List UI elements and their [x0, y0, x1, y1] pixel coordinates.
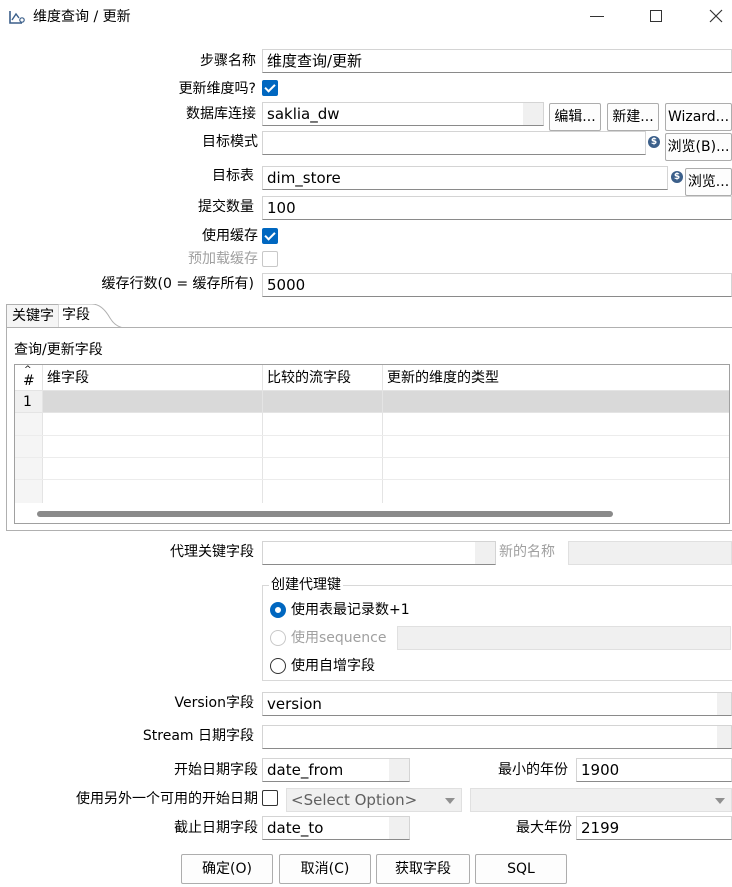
stream-date-input[interactable] [262, 725, 732, 749]
title-bar: 维度查询 / 更新 [0, 0, 732, 34]
col-header-stream-field[interactable]: 比较的流字段 [263, 365, 383, 391]
max-year-label: 最大年份 [516, 820, 572, 836]
update-type-cell[interactable] [383, 391, 729, 413]
date-to-label: 截止日期字段 [174, 820, 258, 836]
target-table-input[interactable]: dim_store [262, 166, 668, 190]
min-year-label: 最小的年份 [498, 762, 568, 778]
window-title: 维度查询 / 更新 [33, 9, 131, 25]
version-field-value: version [267, 695, 322, 713]
edit-connection-button[interactable]: 编辑... [549, 103, 601, 131]
variable-icon: $ [648, 136, 660, 148]
stream-field-cell[interactable] [263, 391, 383, 413]
step-name-label: 步骤名称 [200, 53, 256, 69]
db-connection-dropdown[interactable] [523, 103, 543, 125]
db-connection-select[interactable]: saklia_dw [262, 102, 544, 126]
target-schema-label: 目标模式 [202, 134, 258, 150]
new-connection-button[interactable]: 新建... [607, 103, 659, 131]
use-cache-label: 使用缓存 [202, 228, 258, 244]
alt-start-date-checkbox[interactable] [262, 790, 278, 806]
app-icon [8, 9, 26, 29]
step-name-input[interactable]: 维度查询/更新 [262, 49, 732, 73]
sequence-name-input[interactable] [397, 626, 731, 650]
fields-table: ^ # 维字段 比较的流字段 更新的维度的类型 1 [14, 364, 730, 524]
minimize-icon[interactable] [590, 16, 604, 17]
stream-date-dropdown[interactable] [717, 726, 731, 748]
chevron-down-icon [445, 798, 455, 804]
cancel-button[interactable]: 取消(C) [279, 854, 371, 884]
tech-key-label: 代理关键字段 [170, 544, 254, 560]
col-header-update-type[interactable]: 更新的维度的类型 [383, 365, 729, 391]
sql-button[interactable]: SQL [475, 854, 567, 884]
date-to-input[interactable]: date_to [262, 816, 410, 840]
ok-button[interactable]: 确定(O) [181, 854, 273, 884]
use-sequence-radio[interactable] [270, 630, 286, 646]
version-field-dropdown[interactable] [717, 693, 731, 715]
alt-start-date-select-value: <Select Option> [291, 791, 418, 809]
empty-grid [15, 413, 729, 503]
stream-date-label: Stream 日期字段 [142, 728, 254, 744]
use-autoinc-radio[interactable] [270, 658, 286, 674]
maximize-icon[interactable] [650, 10, 662, 22]
dim-field-cell[interactable] [43, 391, 263, 413]
cache-rows-input[interactable]: 5000 [262, 273, 732, 297]
variable-icon: $ [671, 171, 683, 183]
wizard-button[interactable]: Wizard... [665, 103, 732, 131]
use-autoinc-label[interactable]: 使用自增字段 [291, 656, 375, 676]
close-icon[interactable] [708, 8, 724, 28]
tab-keys[interactable]: 关键字 [6, 304, 60, 328]
alt-start-date-column-select[interactable] [470, 788, 732, 812]
tab-fields[interactable]: 字段 [58, 304, 126, 328]
update-dimension-checkbox[interactable] [262, 80, 278, 96]
date-from-input[interactable]: date_from [262, 758, 410, 782]
use-table-max-label[interactable]: 使用表最记录数+1 [291, 600, 410, 620]
browse-schema-button[interactable]: 浏览(B)... [665, 133, 732, 161]
commit-size-label: 提交数量 [198, 199, 254, 215]
min-year-input[interactable]: 1900 [576, 758, 732, 782]
version-field-label: Version字段 [174, 695, 254, 711]
col-header-index-label: # [23, 373, 35, 389]
db-connection-value: saklia_dw [267, 105, 340, 123]
commit-size-input[interactable]: 100 [262, 196, 732, 220]
row-index-cell: 1 [15, 391, 43, 413]
browse-table-button[interactable]: 浏览... [685, 168, 732, 196]
new-name-label: 新的名称 [499, 544, 555, 560]
col-header-dim-field[interactable]: 维字段 [43, 365, 263, 391]
table-row[interactable]: 1 [15, 391, 729, 413]
update-dimension-label: 更新维度吗? [178, 81, 256, 97]
db-connection-label: 数据库连接 [186, 106, 256, 122]
alt-start-date-select[interactable]: <Select Option> [286, 788, 462, 812]
table-horizontal-scrollbar[interactable] [37, 511, 613, 517]
tab-bar: 关键字 字段 [6, 304, 732, 328]
target-schema-input[interactable] [262, 131, 646, 155]
date-from-value: date_from [267, 761, 344, 779]
use-cache-checkbox[interactable] [262, 228, 278, 244]
date-from-scroll [389, 759, 409, 781]
date-to-scroll [389, 817, 409, 839]
use-sequence-label[interactable]: 使用sequence [291, 628, 386, 648]
new-name-input[interactable] [568, 541, 732, 565]
surrogate-key-group-label: 创建代理键 [269, 575, 343, 595]
get-fields-button[interactable]: 获取字段 [376, 854, 470, 884]
preload-cache-label: 预加载缓存 [188, 251, 258, 267]
version-field-input[interactable]: version [262, 692, 732, 716]
fields-group-label: 查询/更新字段 [14, 342, 103, 358]
date-from-label: 开始日期字段 [174, 762, 258, 778]
date-to-value: date_to [267, 819, 324, 837]
cache-rows-label: 缓存行数(0 = 缓存所有) [101, 276, 254, 292]
tech-key-input[interactable] [262, 541, 496, 565]
col-header-index[interactable]: ^ # [15, 365, 43, 391]
use-table-max-radio[interactable] [270, 602, 286, 618]
tab-fields-label: 字段 [62, 307, 90, 323]
fields-tab-panel: 查询/更新字段 ^ # 维字段 比较的流字段 更新的维度的类型 1 [6, 327, 732, 531]
tech-key-scroll [475, 542, 495, 564]
surrogate-key-group: 创建代理键 使用表最记录数+1 使用sequence 使用自增字段 [262, 575, 732, 681]
chevron-down-icon [715, 798, 725, 804]
max-year-input[interactable]: 2199 [576, 816, 732, 840]
preload-cache-checkbox[interactable] [262, 251, 278, 267]
alt-start-date-label: 使用另外一个可用的开始日期 [76, 791, 258, 807]
target-table-label: 目标表 [212, 168, 254, 184]
